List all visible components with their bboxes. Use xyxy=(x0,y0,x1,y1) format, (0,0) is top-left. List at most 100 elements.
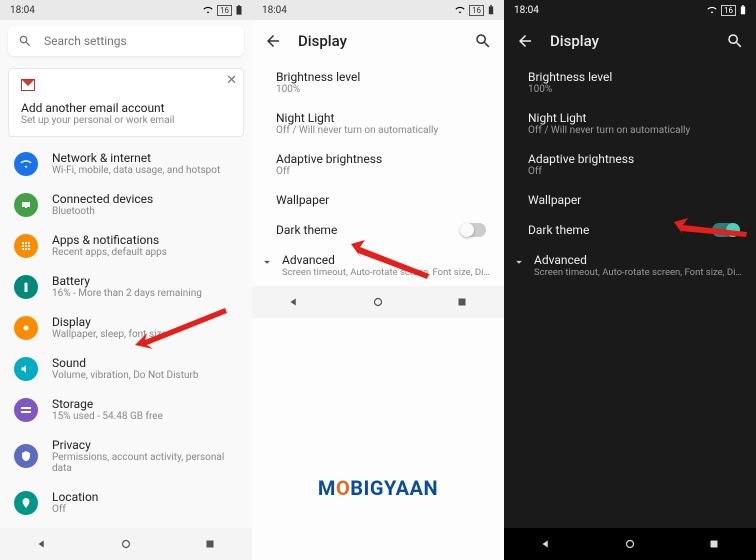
row-adaptive[interactable]: Adaptive brightnessOff xyxy=(252,144,504,185)
row-darktheme[interactable]: Dark theme xyxy=(504,215,756,245)
row-title: Storage xyxy=(52,397,163,411)
status-time: 18:04 xyxy=(514,5,539,16)
email-card[interactable]: ✕ Add another email account Set up your … xyxy=(8,68,244,137)
watermark: MOBIGYAAN xyxy=(252,476,504,500)
sound-icon xyxy=(14,357,38,381)
row-subtitle: Recent apps, default apps xyxy=(52,247,167,258)
search-box[interactable] xyxy=(8,26,244,56)
row-brightness[interactable]: Brightness level100% xyxy=(252,62,504,103)
status-bar: 18:04 16 xyxy=(0,0,252,20)
storage-icon xyxy=(14,398,38,422)
battery-icon xyxy=(488,5,494,15)
row-brightness[interactable]: Brightness level100% xyxy=(504,62,756,103)
wifi-icon xyxy=(203,5,213,15)
settings-row-privacy[interactable]: PrivacyPermissions, account activity, pe… xyxy=(0,430,252,482)
battery-icon xyxy=(740,5,746,15)
apps-icon xyxy=(14,234,38,258)
wifi-icon xyxy=(455,5,465,15)
nav-back-icon[interactable] xyxy=(35,537,49,551)
darktheme-switch-off[interactable] xyxy=(460,223,486,237)
row-nightlight[interactable]: Night LightOff / Will never turn on auto… xyxy=(504,103,756,144)
row-subtitle: Bluetooth xyxy=(52,206,153,217)
row-title: Display xyxy=(52,315,167,329)
location-icon xyxy=(14,491,38,515)
settings-row-storage[interactable]: Storage15% used - 54.48 GB free xyxy=(0,389,252,430)
row-subtitle: Wallpaper, sleep, font size xyxy=(52,329,167,340)
nav-bar xyxy=(504,528,756,560)
privacy-icon xyxy=(14,444,38,468)
status-time: 18:04 xyxy=(10,5,35,16)
nav-recent-icon[interactable] xyxy=(203,537,217,551)
settings-list: Network & internetWi-Fi, mobile, data us… xyxy=(0,143,252,528)
panel-display-light: 18:04 16 Display Brightness level100% Ni… xyxy=(252,0,504,560)
status-icons-right: 16 xyxy=(707,5,746,16)
page-title: Display xyxy=(550,32,710,50)
row-subtitle: Wi-Fi, mobile, data usage, and hotspot xyxy=(52,165,220,176)
row-title: Sound xyxy=(52,356,199,370)
row-title: Battery xyxy=(52,274,202,288)
row-title: Network & internet xyxy=(52,151,220,165)
row-wallpaper[interactable]: Wallpaper xyxy=(504,185,756,215)
status-bar: 18:04 16 xyxy=(252,0,504,20)
settings-row-wifi[interactable]: Network & internetWi-Fi, mobile, data us… xyxy=(0,143,252,184)
row-darktheme[interactable]: Dark theme xyxy=(252,215,504,245)
nav-home-icon[interactable] xyxy=(623,537,637,551)
row-subtitle: Volume, vibration, Do Not Disturb xyxy=(52,370,199,381)
search-icon xyxy=(18,34,32,48)
panel-settings: 18:04 16 ✕ Add another email account Set… xyxy=(0,0,252,560)
row-subtitle: Permissions, account activity, personal … xyxy=(52,452,238,474)
nav-recent-icon[interactable] xyxy=(707,537,721,551)
settings-row-devices[interactable]: Connected devicesBluetooth xyxy=(0,184,252,225)
appbar: Display xyxy=(252,20,504,62)
settings-row-display[interactable]: DisplayWallpaper, sleep, font size xyxy=(0,307,252,348)
nav-recent-icon[interactable] xyxy=(455,295,469,309)
battery-icon xyxy=(14,275,38,299)
badge-icon: 16 xyxy=(469,5,484,16)
wifi-icon xyxy=(707,5,717,15)
row-subtitle: 16% - More than 2 days remaining xyxy=(52,288,202,299)
darktheme-switch-on[interactable] xyxy=(712,223,738,237)
search-icon[interactable] xyxy=(726,32,744,50)
back-icon[interactable] xyxy=(516,32,534,50)
row-subtitle: Off xyxy=(52,504,98,515)
row-nightlight[interactable]: Night LightOff / Will never turn on auto… xyxy=(252,103,504,144)
row-title: Connected devices xyxy=(52,192,153,206)
panel-display-dark: 18:04 16 Display Brightness level100% Ni… xyxy=(504,0,756,560)
email-card-title: Add another email account xyxy=(21,101,231,115)
settings-row-location[interactable]: LocationOff xyxy=(0,482,252,523)
devices-icon xyxy=(14,193,38,217)
nav-back-icon[interactable] xyxy=(539,537,553,551)
search-icon[interactable] xyxy=(474,32,492,50)
chevron-down-icon xyxy=(512,255,526,269)
row-title: Apps & notifications xyxy=(52,233,167,247)
row-advanced[interactable]: AdvancedScreen timeout, Auto-rotate scre… xyxy=(252,245,504,286)
display-icon xyxy=(14,316,38,340)
status-bar: 18:04 16 xyxy=(504,0,756,20)
page-title: Display xyxy=(298,32,458,50)
nav-home-icon[interactable] xyxy=(371,295,385,309)
settings-row-sound[interactable]: SoundVolume, vibration, Do Not Disturb xyxy=(0,348,252,389)
wifi-icon xyxy=(14,152,38,176)
settings-row-battery[interactable]: Battery16% - More than 2 days remaining xyxy=(0,266,252,307)
search-input[interactable] xyxy=(44,34,234,48)
status-icons-right: 16 xyxy=(455,5,494,16)
badge-icon: 16 xyxy=(721,5,736,16)
settings-row-apps[interactable]: Apps & notificationsRecent apps, default… xyxy=(0,225,252,266)
back-icon[interactable] xyxy=(264,32,282,50)
row-subtitle: 15% used - 54.48 GB free xyxy=(52,411,163,422)
row-title: Location xyxy=(52,490,98,504)
appbar: Display xyxy=(504,20,756,62)
nav-home-icon[interactable] xyxy=(119,537,133,551)
row-adaptive[interactable]: Adaptive brightnessOff xyxy=(504,144,756,185)
battery-icon xyxy=(236,5,242,15)
row-advanced[interactable]: AdvancedScreen timeout, Auto-rotate scre… xyxy=(504,245,756,286)
email-card-subtitle: Set up your personal or work email xyxy=(21,115,231,126)
badge-icon: 16 xyxy=(217,5,232,16)
nav-bar xyxy=(0,528,252,560)
nav-bar xyxy=(252,286,504,318)
nav-back-icon[interactable] xyxy=(287,295,301,309)
row-wallpaper[interactable]: Wallpaper xyxy=(252,185,504,215)
status-time: 18:04 xyxy=(262,5,287,16)
status-icons-right: 16 xyxy=(203,5,242,16)
close-icon[interactable]: ✕ xyxy=(226,73,237,88)
